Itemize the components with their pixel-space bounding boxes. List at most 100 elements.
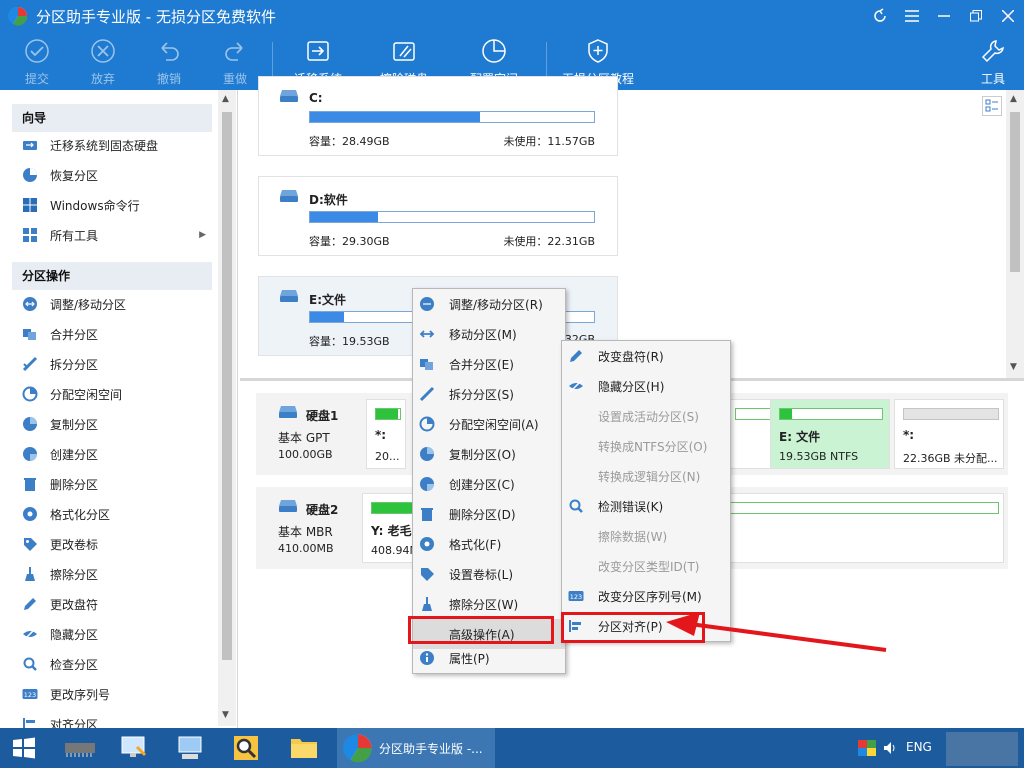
menu-item-properties[interactable]: 属性(P) <box>413 643 565 673</box>
taskbar-app-network[interactable] <box>110 728 158 768</box>
sidebar-item-change-letter[interactable]: 更改盘符 <box>22 592 212 616</box>
sidebar-scrollbar[interactable]: ▲ ▼ <box>218 90 236 726</box>
menu-button[interactable] <box>896 0 928 32</box>
sidebar-item-change-label[interactable]: 更改卷标 <box>22 532 212 556</box>
taskbar-app-search[interactable] <box>222 728 270 768</box>
drive-icon <box>280 90 298 102</box>
volume-icon[interactable] <box>882 740 898 756</box>
disk-partition-e[interactable]: E: 文件 19.53GB NTFS <box>770 399 890 469</box>
menu-item-create[interactable]: 创建分区(C) <box>413 469 565 499</box>
advanced-submenu: 改变盘符(R) 隐藏分区(H) 设置成活动分区(S) 转换成NTFS分区(O) … <box>561 340 731 642</box>
split-icon <box>419 386 435 402</box>
drive-icon <box>280 290 298 302</box>
hard-disk-icon <box>279 406 297 418</box>
restore-button[interactable] <box>960 0 992 32</box>
taskbar-active-app[interactable]: 分区助手专业版 -... <box>337 728 495 768</box>
menu-item-hide[interactable]: 隐藏分区(H) <box>562 371 730 401</box>
sidebar-item-migrate-ssd[interactable]: 迁移系统到固态硬盘 <box>22 133 212 157</box>
partition-card-d[interactable]: D:软件 容量：29.30GB 未使用：22.31GB <box>258 176 618 256</box>
sidebar-item-merge[interactable]: 合并分区 <box>22 322 212 346</box>
usage-bar <box>375 408 401 420</box>
partition-view: C: 容量：28.49GB 未使用：11.57GB D:软件 容量：29.30G… <box>240 76 1024 380</box>
serial-number-icon: 123 <box>568 588 584 604</box>
menu-item-change-type-id[interactable]: 改变分区类型ID(T) <box>562 551 730 581</box>
memory-chip-icon <box>65 743 95 757</box>
color-palette-icon[interactable] <box>858 740 876 756</box>
partition-ops-section-header: 分区操作 <box>12 262 212 290</box>
usage-bar-fill <box>780 409 793 419</box>
tools-button[interactable]: 工具 <box>978 36 1008 90</box>
taskbar-app-explorer[interactable] <box>280 728 328 768</box>
svg-text:123: 123 <box>570 593 582 601</box>
sidebar-scroll-thumb[interactable] <box>222 112 232 660</box>
menu-item-convert-ntfs[interactable]: 转换成NTFS分区(O) <box>562 431 730 461</box>
menu-item-delete[interactable]: 删除分区(D) <box>413 499 565 529</box>
sidebar-item-wipe-partition[interactable]: 擦除分区 <box>22 562 212 586</box>
menu-item-split[interactable]: 拆分分区(S) <box>413 379 565 409</box>
input-language[interactable]: ENG <box>906 740 932 754</box>
sidebar-item-split[interactable]: 拆分分区 <box>22 352 212 376</box>
taskbar-app-chip[interactable] <box>56 728 104 768</box>
computer-icon <box>178 736 202 759</box>
partition-scroll-thumb[interactable] <box>1010 112 1020 272</box>
menu-item-copy[interactable]: 复制分区(O) <box>413 439 565 469</box>
tag-icon <box>22 536 38 552</box>
sidebar-item-hide[interactable]: 隐藏分区 <box>22 622 212 646</box>
view-toggle-button[interactable] <box>982 96 1002 116</box>
refresh-button[interactable] <box>864 0 896 32</box>
menu-item-allocate-free[interactable]: 分配空闲空间(A) <box>413 409 565 439</box>
sidebar-item-delete[interactable]: 删除分区 <box>22 472 212 496</box>
migrate-ssd-icon <box>22 137 38 153</box>
sidebar-item-recover-partition[interactable]: 恢复分区 <box>22 163 212 187</box>
close-button[interactable] <box>992 0 1024 32</box>
sidebar-item-all-tools[interactable]: 所有工具 ▶ <box>22 223 212 247</box>
menu-item-merge[interactable]: 合并分区(E) <box>413 349 565 379</box>
menu-item-set-label[interactable]: 设置卷标(L) <box>413 559 565 589</box>
partition-card-c[interactable]: C: 容量：28.49GB 未使用：11.57GB <box>258 76 618 156</box>
sidebar-item-windows-cmd[interactable]: Windows命令行 <box>22 193 212 217</box>
hamburger-icon <box>905 10 919 22</box>
pencil-icon <box>568 348 584 364</box>
sidebar-item-allocate-free[interactable]: 分配空闲空间 <box>22 382 212 406</box>
redo-button[interactable]: 重做 <box>218 36 252 90</box>
commit-icon <box>25 39 49 63</box>
minimize-button[interactable] <box>928 0 960 32</box>
highlight-align <box>561 612 705 643</box>
disk-partition[interactable]: *: 20... <box>366 399 406 469</box>
menu-item-wipe-data[interactable]: 擦除数据(W) <box>562 521 730 551</box>
menu-item-set-active[interactable]: 设置成活动分区(S) <box>562 401 730 431</box>
hide-eye-icon <box>568 378 584 394</box>
sidebar-item-resize-move[interactable]: 调整/移动分区 <box>22 292 212 316</box>
disk-partition-unallocated[interactable]: *: 22.36GB 未分配... <box>894 399 1004 469</box>
windows-icon <box>22 197 38 213</box>
sidebar-item-align[interactable]: 对齐分区 <box>22 712 212 728</box>
menu-item-wipe[interactable]: 擦除分区(W) <box>413 589 565 619</box>
discard-button[interactable]: 放弃 <box>86 36 120 90</box>
sidebar-item-copy[interactable]: 复制分区 <box>22 412 212 436</box>
highlight-advanced <box>408 616 554 644</box>
format-icon <box>419 536 435 552</box>
usage-bar <box>779 408 883 420</box>
sidebar-item-change-serial[interactable]: 123 更改序列号 <box>22 682 212 706</box>
menu-item-resize-move[interactable]: 调整/移动分区(R) <box>413 289 565 319</box>
scroll-up-icon: ▲ <box>222 94 229 104</box>
partition-scrollbar[interactable]: ▲ ▼ <box>1006 90 1024 378</box>
usage-bar <box>903 408 999 420</box>
menu-item-convert-logical[interactable]: 转换成逻辑分区(N) <box>562 461 730 491</box>
taskbar-app-computer[interactable] <box>166 728 214 768</box>
all-tools-icon <box>22 227 38 243</box>
restore-icon <box>970 10 982 22</box>
menu-item-check-errors[interactable]: 检测错误(K) <box>562 491 730 521</box>
commit-button[interactable]: 提交 <box>20 36 54 90</box>
menu-item-change-serial[interactable]: 123 改变分区序列号(M) <box>562 581 730 611</box>
start-button[interactable] <box>0 728 48 768</box>
usage-bar-fill <box>310 312 345 322</box>
menu-item-format[interactable]: 格式化(F) <box>413 529 565 559</box>
menu-item-change-letter[interactable]: 改变盘符(R) <box>562 341 730 371</box>
recover-partition-icon <box>22 167 38 183</box>
sidebar-item-format[interactable]: 格式化分区 <box>22 502 212 526</box>
undo-button[interactable]: 撤销 <box>152 36 186 90</box>
menu-item-move[interactable]: 移动分区(M) <box>413 319 565 349</box>
sidebar-item-create[interactable]: 创建分区 <box>22 442 212 466</box>
sidebar-item-check[interactable]: 检查分区 <box>22 652 212 676</box>
